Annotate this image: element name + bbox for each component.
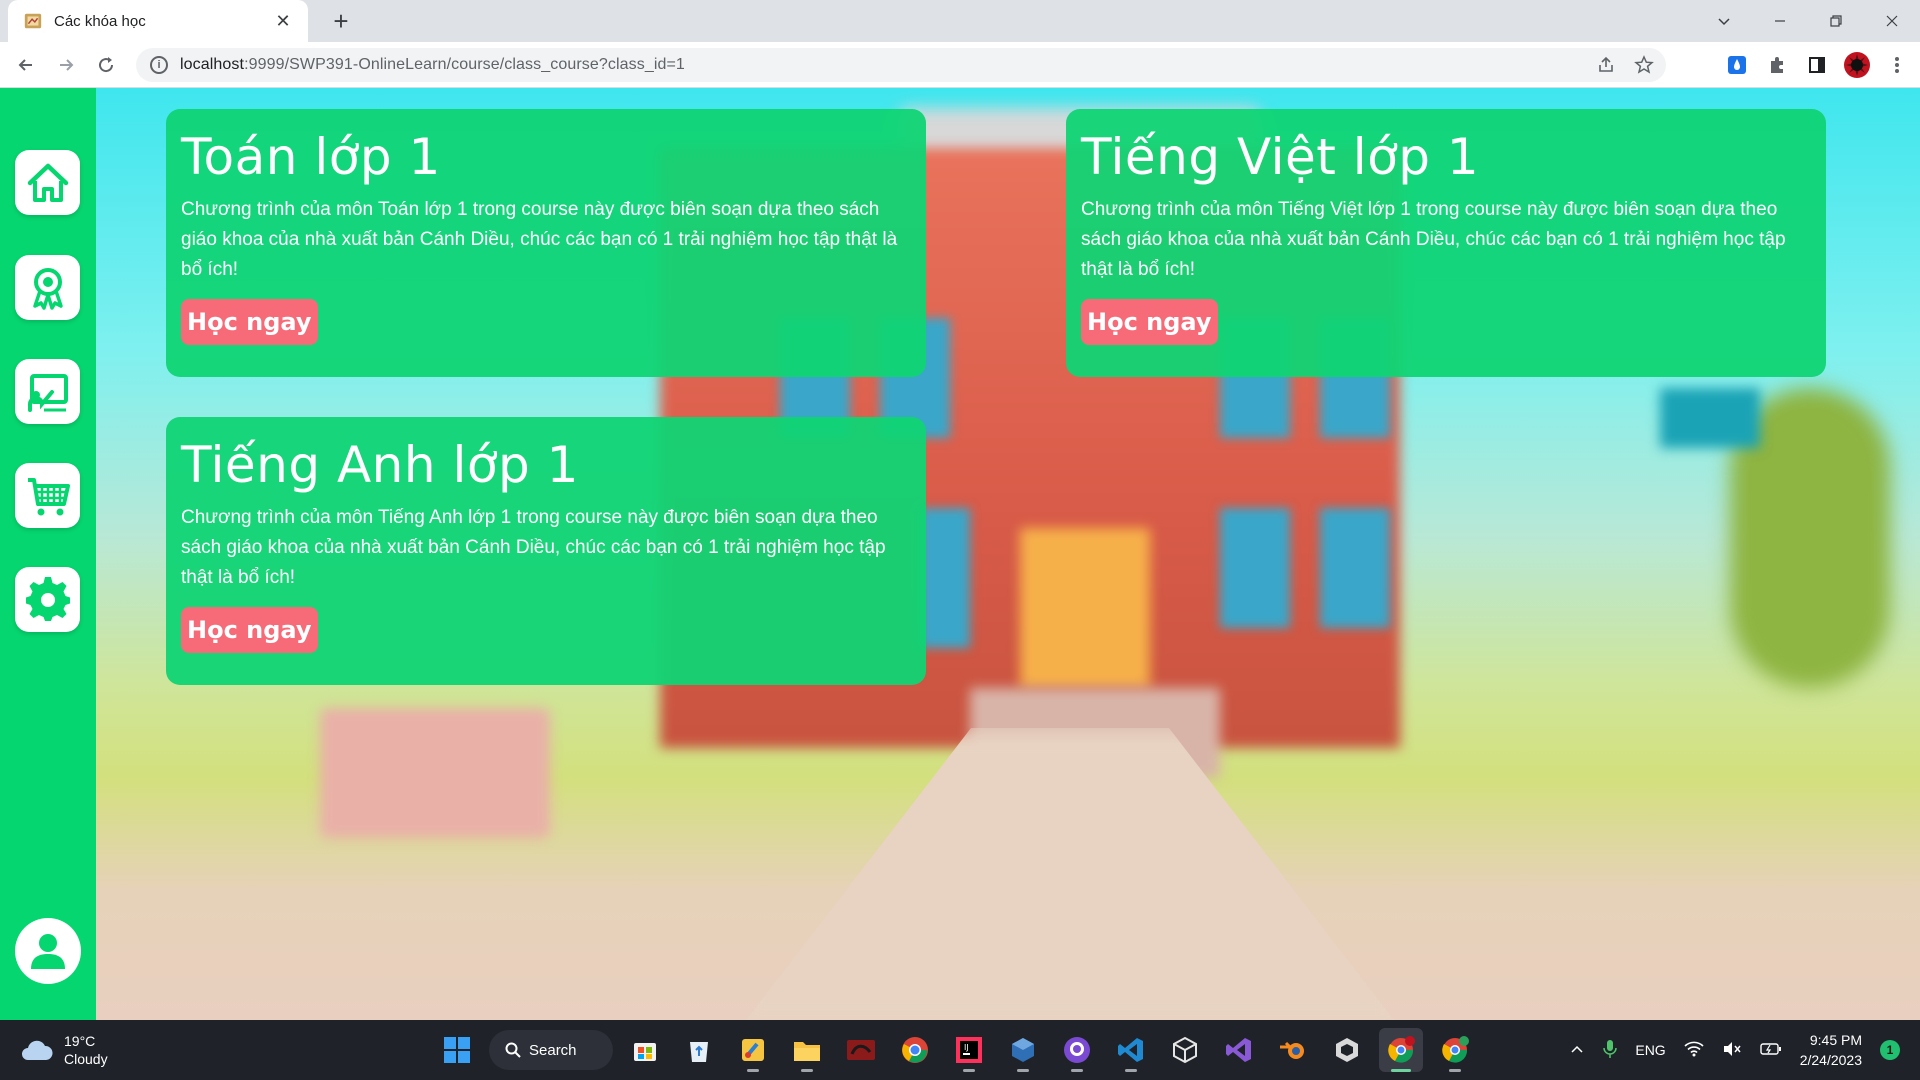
start-windows-icon[interactable] xyxy=(435,1028,479,1072)
system-tray: ENG 9:45 PM 2/24/2023 1 xyxy=(1569,1020,1900,1080)
svg-text:IJ: IJ xyxy=(964,1043,969,1052)
intellij-icon[interactable]: IJ xyxy=(947,1028,991,1072)
cart-icon xyxy=(27,477,70,515)
paint-app-icon[interactable] xyxy=(731,1028,775,1072)
unity-hub-icon[interactable] xyxy=(1325,1028,1369,1072)
taskbar-search[interactable]: Search xyxy=(489,1030,613,1070)
chrome-profile-icon[interactable] xyxy=(1379,1028,1423,1072)
weather-widget[interactable]: 19°C Cloudy xyxy=(20,1032,108,1068)
language-indicator[interactable]: ENG xyxy=(1635,1042,1665,1058)
browser-menu-icon[interactable] xyxy=(1882,50,1912,80)
window-controls xyxy=(1696,0,1920,42)
restore-icon[interactable] xyxy=(1808,0,1864,42)
side-panel-icon[interactable] xyxy=(1802,50,1832,80)
study-now-button[interactable]: Học ngay xyxy=(181,299,318,345)
extension-icons xyxy=(1722,50,1912,80)
taskbar-apps: Search IJ xyxy=(435,1028,1477,1072)
github-desktop-icon[interactable] xyxy=(1055,1028,1099,1072)
site-favicon-icon xyxy=(22,10,44,32)
share-icon[interactable] xyxy=(1594,53,1618,77)
tab-title: Các khóa học xyxy=(54,12,146,30)
sidebar-teacher-button[interactable] xyxy=(15,359,80,424)
home-icon xyxy=(27,163,68,202)
close-window-icon[interactable] xyxy=(1864,0,1920,42)
award-icon xyxy=(32,267,63,310)
course-title: Toán lớp 1 xyxy=(181,128,441,186)
clock-date: 2/24/2023 xyxy=(1799,1052,1862,1068)
visual-studio-icon[interactable] xyxy=(1217,1028,1261,1072)
sidebar-cart-button[interactable] xyxy=(15,463,80,528)
browser-tab[interactable]: Các khóa học ✕ xyxy=(8,0,308,42)
weather-temperature: 19°C xyxy=(64,1033,96,1049)
clock-time: 9:45 PM xyxy=(1809,1032,1862,1048)
tab-close-icon[interactable]: ✕ xyxy=(272,11,294,32)
minimize-icon[interactable] xyxy=(1752,0,1808,42)
course-description: Chương trình của môn Tiếng Việt lớp 1 tr… xyxy=(1081,199,1786,280)
battery-icon[interactable] xyxy=(1760,1042,1782,1059)
course-card: Tiếng Anh lớp 1 Chương trình của môn Tiế… xyxy=(166,417,926,685)
weather-description: Cloudy xyxy=(64,1051,108,1067)
sidebar-home-button[interactable] xyxy=(15,150,80,215)
chrome-profile-f-icon[interactable] xyxy=(1433,1028,1477,1072)
tab-search-chevron-icon[interactable] xyxy=(1696,0,1752,42)
search-icon xyxy=(505,1042,521,1058)
bookmark-star-icon[interactable] xyxy=(1632,53,1656,77)
recycle-bin-icon[interactable] xyxy=(677,1028,721,1072)
forward-icon[interactable] xyxy=(48,47,84,83)
page-viewport: Toán lớp 1 Chương trình của môn Toán lớp… xyxy=(0,88,1920,1020)
course-title: Tiếng Việt lớp 1 xyxy=(1081,128,1480,186)
sidebar-user-button[interactable] xyxy=(15,918,81,984)
browser-tab-bar: Các khóa học ✕ + xyxy=(0,0,1920,42)
microsoft-store-icon[interactable] xyxy=(623,1028,667,1072)
study-now-button[interactable]: Học ngay xyxy=(181,607,318,653)
omnibox-actions xyxy=(1594,53,1656,77)
url-text: localhost:9999/SWP391-OnlineLearn/course… xyxy=(180,56,685,73)
tray-overflow-chevron-icon[interactable] xyxy=(1569,1041,1585,1060)
course-description: Chương trình của môn Tiếng Anh lớp 1 tro… xyxy=(181,507,886,588)
search-label: Search xyxy=(529,1041,577,1059)
course-card: Toán lớp 1 Chương trình của môn Toán lớp… xyxy=(166,109,926,377)
user-icon xyxy=(31,934,65,969)
taskbar: 19°C Cloudy Search IJ ENG 9:45 PM 2/24/2… xyxy=(0,1020,1920,1080)
sidebar-settings-button[interactable] xyxy=(15,567,80,632)
sidebar-achievement-button[interactable] xyxy=(15,255,80,320)
back-icon[interactable] xyxy=(8,47,44,83)
clock[interactable]: 9:45 PM 2/24/2023 xyxy=(1800,1030,1862,1070)
course-card: Tiếng Việt lớp 1 Chương trình của môn Ti… xyxy=(1066,109,1826,377)
teacher-board-icon xyxy=(27,373,68,412)
sidebar xyxy=(0,88,96,1020)
unity-icon[interactable] xyxy=(1163,1028,1207,1072)
cloud-icon xyxy=(22,1040,53,1060)
file-explorer-icon[interactable] xyxy=(785,1028,829,1072)
chrome-icon[interactable] xyxy=(893,1028,937,1072)
browser-toolbar: i localhost:9999/SWP391-OnlineLearn/cour… xyxy=(0,42,1920,88)
extensions-puzzle-icon[interactable] xyxy=(1762,50,1792,80)
wifi-icon[interactable] xyxy=(1684,1041,1704,1060)
course-description: Chương trình của môn Toán lớp 1 trong co… xyxy=(181,199,898,280)
site-info-icon[interactable]: i xyxy=(150,56,168,74)
dropper-extension-icon[interactable] xyxy=(1722,50,1752,80)
notification-badge[interactable]: 1 xyxy=(1880,1040,1900,1060)
address-bar[interactable]: i localhost:9999/SWP391-OnlineLearn/cour… xyxy=(136,48,1666,82)
profile-avatar-icon[interactable] xyxy=(1842,50,1872,80)
course-title: Tiếng Anh lớp 1 xyxy=(181,436,579,494)
settings-icon xyxy=(25,576,70,621)
microphone-icon[interactable] xyxy=(1603,1039,1618,1062)
reload-icon[interactable] xyxy=(88,47,124,83)
volume-muted-icon[interactable] xyxy=(1722,1041,1742,1060)
blender-icon[interactable] xyxy=(1271,1028,1315,1072)
study-now-button[interactable]: Học ngay xyxy=(1081,299,1218,345)
virtualbox-icon[interactable] xyxy=(1001,1028,1045,1072)
terminal-app-icon[interactable] xyxy=(839,1028,883,1072)
new-tab-button[interactable]: + xyxy=(326,6,356,36)
vscode-icon[interactable] xyxy=(1109,1028,1153,1072)
